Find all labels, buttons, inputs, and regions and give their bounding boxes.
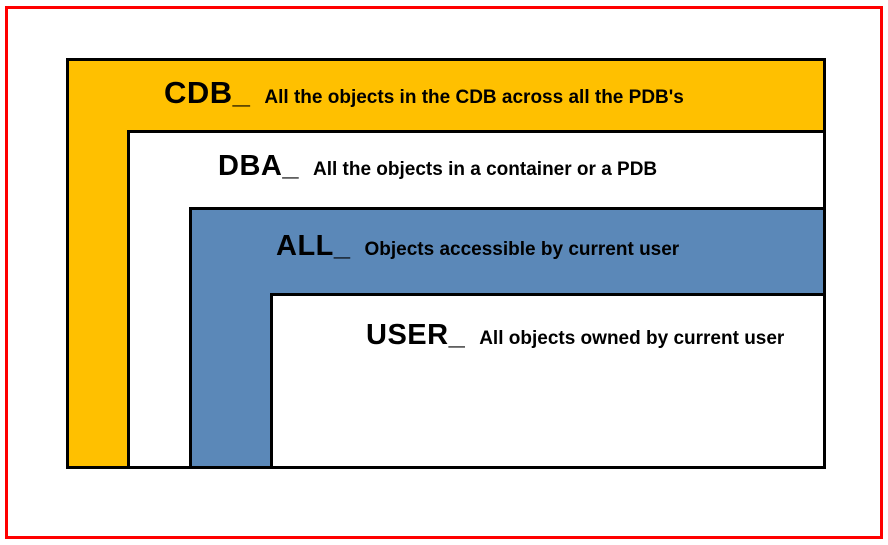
prefix-dba: DBA_ (218, 150, 299, 183)
prefix-cdb: CDB_ (164, 75, 250, 111)
label-row-all: ALL_ Objects accessible by current user (276, 230, 679, 263)
label-row-dba: DBA_ All the objects in a container or a… (218, 150, 657, 183)
desc-all: Objects accessible by current user (365, 239, 680, 261)
prefix-all: ALL_ (276, 230, 351, 263)
outer-frame: CDB_ All the objects in the CDB across a… (5, 6, 883, 539)
desc-cdb: All the objects in the CDB across all th… (264, 87, 683, 109)
desc-dba: All the objects in a container or a PDB (313, 159, 657, 181)
label-row-cdb: CDB_ All the objects in the CDB across a… (164, 75, 684, 111)
prefix-user: USER_ (366, 319, 465, 352)
desc-user: All objects owned by current user (479, 328, 784, 350)
label-row-user: USER_ All objects owned by current user (366, 319, 784, 352)
diagram-area: CDB_ All the objects in the CDB across a… (66, 58, 826, 469)
